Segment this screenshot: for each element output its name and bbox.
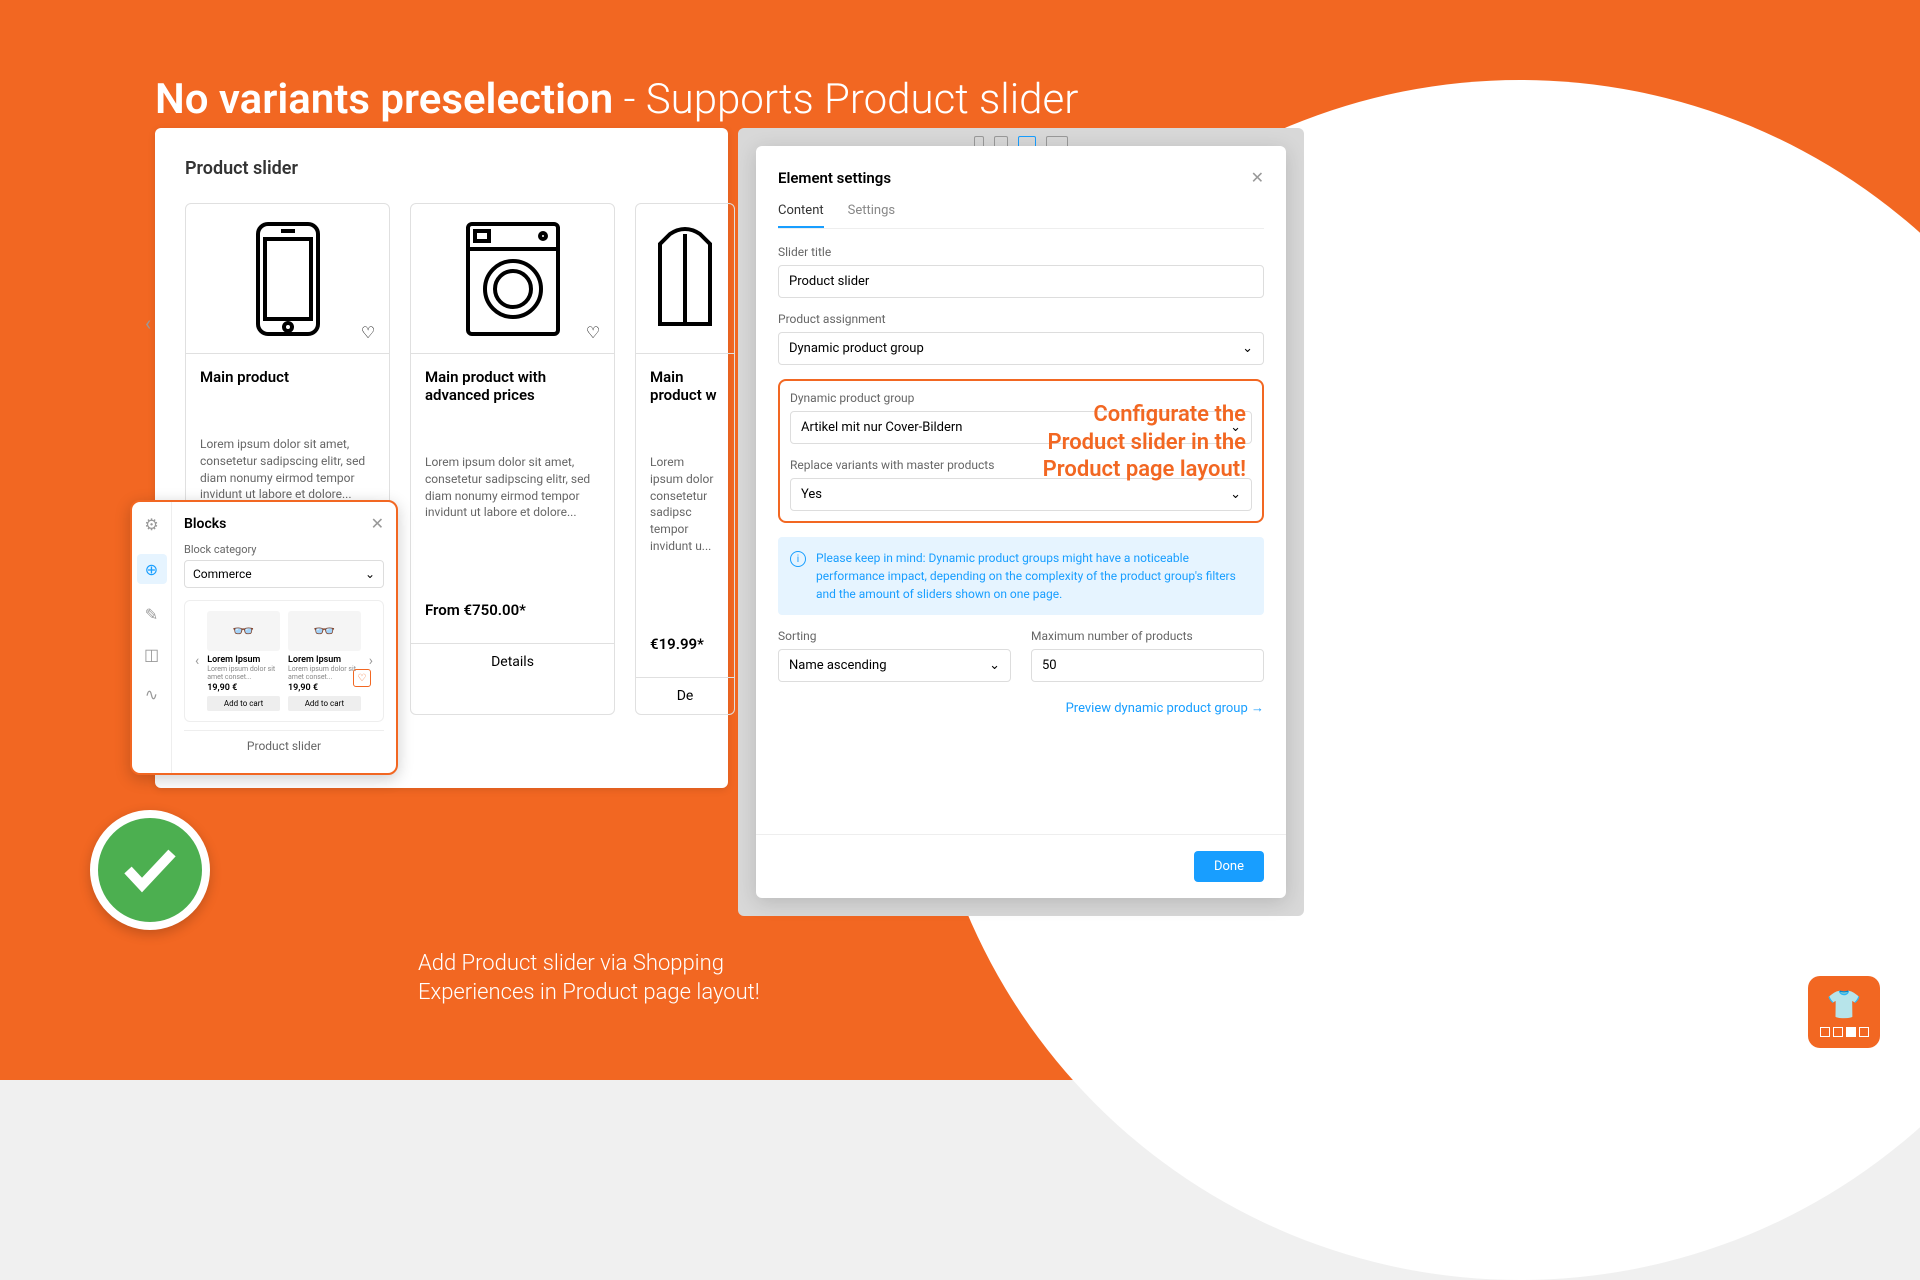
chevron-down-icon: ⌄ <box>1242 341 1253 356</box>
success-check-icon <box>90 810 210 930</box>
phone-icon <box>253 219 323 339</box>
blocks-title: Blocks <box>184 516 226 532</box>
details-button[interactable]: Details <box>411 643 614 680</box>
slider-title-label: Slider title <box>778 245 1264 259</box>
wishlist-icon[interactable]: ♡ <box>353 669 371 687</box>
product-assignment-select[interactable]: Dynamic product group⌄ <box>778 332 1264 365</box>
sorting-label: Sorting <box>778 629 1011 643</box>
nav-icon[interactable]: ∿ <box>142 684 162 704</box>
preview-next[interactable]: › <box>369 653 373 669</box>
blocks-sidebar: ⚙ ⊕ ✎ ◫ ∿ <box>132 502 172 773</box>
wishlist-icon[interactable]: ♡ <box>357 321 379 343</box>
chevron-down-icon: ⌄ <box>365 567 375 581</box>
product-title: Main product with advanced prices <box>425 368 600 404</box>
product-assignment-label: Product assignment <box>778 312 1264 326</box>
close-icon[interactable]: ✕ <box>1251 168 1264 187</box>
shirt-icon: 👕 <box>1827 988 1862 1021</box>
jacket-icon <box>650 224 720 334</box>
details-button[interactable]: De <box>636 677 734 714</box>
info-icon: i <box>790 551 806 567</box>
mini-product-card: 👓 Lorem Ipsum Lorem ipsum dolor sit amet… <box>207 611 280 711</box>
mini-product-card: 👓 Lorem Ipsum Lorem ipsum dolor sit amet… <box>288 611 361 711</box>
caption-text: Add Product slider via Shopping Experien… <box>418 950 760 1007</box>
product-title: Main product <box>200 368 375 386</box>
max-products-label: Maximum number of products <box>1031 629 1264 643</box>
page-heading: No variants preselection - Supports Prod… <box>155 75 1078 124</box>
product-price: From €750.00* <box>425 601 600 619</box>
chevron-down-icon: ⌄ <box>989 658 1000 673</box>
product-card[interactable]: ♡ Main product with advanced prices Lore… <box>410 203 615 715</box>
blocks-panel: ⚙ ⊕ ✎ ◫ ∿ Blocks ✕ Block category Commer… <box>130 500 398 775</box>
slider-title: Product slider <box>185 158 698 179</box>
annotation-text: Configurate the Product slider in the Pr… <box>1043 401 1246 484</box>
gear-icon[interactable]: ⚙ <box>142 514 162 534</box>
info-alert: i Please keep in mind: Dynamic product g… <box>778 537 1264 615</box>
tab-content[interactable]: Content <box>778 203 824 228</box>
element-settings-container: Element settings ✕ Content Settings Slid… <box>738 128 1304 916</box>
preview-link[interactable]: Preview dynamic product group → <box>778 700 1264 716</box>
product-desc: Lorem ipsum dolor sit amet, consetetur s… <box>425 454 600 521</box>
layers-icon[interactable]: ◫ <box>142 644 162 664</box>
plugin-logo: 👕 <box>1808 976 1880 1048</box>
block-category-label: Block category <box>184 543 384 556</box>
chevron-down-icon: ⌄ <box>1230 487 1241 502</box>
wishlist-icon[interactable]: ♡ <box>582 321 604 343</box>
max-products-input[interactable]: 50 <box>1031 649 1264 682</box>
modal-title: Element settings <box>778 169 891 187</box>
product-desc: Lorem ipsum dolor sit amet, consetetur s… <box>200 436 375 503</box>
close-icon[interactable]: ✕ <box>371 514 384 533</box>
slider-prev[interactable]: ‹ <box>133 308 163 338</box>
product-price: €19.99* <box>650 635 720 653</box>
sorting-select[interactable]: Name ascending⌄ <box>778 649 1011 682</box>
preview-prev[interactable]: ‹ <box>195 653 199 669</box>
plus-icon[interactable]: ⊕ <box>137 554 167 584</box>
edit-icon[interactable]: ✎ <box>142 604 162 624</box>
tab-settings[interactable]: Settings <box>848 203 895 228</box>
done-button[interactable]: Done <box>1194 851 1264 882</box>
slider-title-input[interactable]: Product slider <box>778 265 1264 298</box>
product-card[interactable]: Main product w Lorem ipsum dolor consete… <box>635 203 735 715</box>
blocks-footer-label: Product slider <box>184 730 384 761</box>
product-desc: Lorem ipsum dolor consetetur sadipsc tem… <box>650 454 720 555</box>
block-category-select[interactable]: Commerce⌄ <box>184 560 384 588</box>
product-title: Main product w <box>650 368 720 404</box>
washer-icon <box>463 219 563 339</box>
element-settings-modal: Element settings ✕ Content Settings Slid… <box>756 146 1286 898</box>
